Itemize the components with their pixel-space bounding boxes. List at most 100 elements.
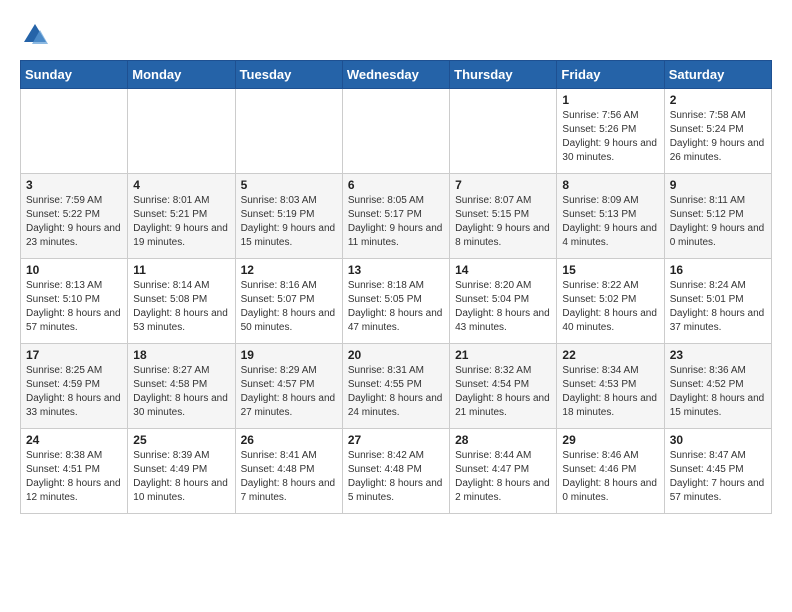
day-number: 21 <box>455 348 551 362</box>
calendar-cell: 19 Sunrise: 8:29 AM Sunset: 4:57 PM Dayli… <box>235 344 342 429</box>
weekday-header-wednesday: Wednesday <box>342 61 449 89</box>
day-info: Sunrise: 7:58 AM Sunset: 5:24 PM Dayligh… <box>670 109 766 165</box>
day-number: 25 <box>133 433 229 447</box>
calendar-cell: 2 Sunrise: 7:58 AM Sunset: 5:24 PM Daylig… <box>664 89 771 174</box>
calendar-cell: 8 Sunrise: 8:09 AM Sunset: 5:13 PM Daylig… <box>557 174 664 259</box>
calendar-cell: 23Sunrise: 8:36 AM Sunset: 4:52 PM Dayli… <box>664 344 771 429</box>
calendar-cell: 25 Sunrise: 8:39 AM Sunset: 4:49 PM Dayli… <box>128 429 235 514</box>
day-info: Sunrise: 8:11 AM Sunset: 5:12 PM Dayligh… <box>670 194 766 250</box>
calendar-cell <box>128 89 235 174</box>
logo <box>20 20 54 50</box>
calendar-header-row: SundayMondayTuesdayWednesdayThursdayFrid… <box>21 61 772 89</box>
day-info: Sunrise: 8:32 AM Sunset: 4:54 PM Dayligh… <box>455 364 551 420</box>
day-number: 19 <box>241 348 337 362</box>
day-info: Sunrise: 8:18 AM Sunset: 5:05 PM Dayligh… <box>348 279 444 335</box>
day-info: Sunrise: 8:38 AM Sunset: 4:51 PM Dayligh… <box>26 449 122 505</box>
calendar-cell: 16 Sunrise: 8:24 AM Sunset: 5:01 PM Dayli… <box>664 259 771 344</box>
day-info: Sunrise: 8:31 AM Sunset: 4:55 PM Dayligh… <box>348 364 444 420</box>
calendar-cell: 17 Sunrise: 8:25 AM Sunset: 4:59 PM Dayli… <box>21 344 128 429</box>
calendar-cell: 22 Sunrise: 8:34 AM Sunset: 4:53 PM Dayli… <box>557 344 664 429</box>
calendar-cell: 15Sunrise: 8:22 AM Sunset: 5:02 PM Dayli… <box>557 259 664 344</box>
day-number: 30 <box>670 433 766 447</box>
day-info: Sunrise: 8:20 AM Sunset: 5:04 PM Dayligh… <box>455 279 551 335</box>
calendar-cell: 3 Sunrise: 7:59 AM Sunset: 5:22 PM Daylig… <box>21 174 128 259</box>
weekday-header-thursday: Thursday <box>450 61 557 89</box>
day-info: Sunrise: 8:27 AM Sunset: 4:58 PM Dayligh… <box>133 364 229 420</box>
calendar-cell: 24 Sunrise: 8:38 AM Sunset: 4:51 PM Dayli… <box>21 429 128 514</box>
weekday-header-monday: Monday <box>128 61 235 89</box>
day-number: 22 <box>562 348 658 362</box>
calendar-cell <box>342 89 449 174</box>
day-number: 12 <box>241 263 337 277</box>
calendar-cell: 13 Sunrise: 8:18 AM Sunset: 5:05 PM Dayli… <box>342 259 449 344</box>
day-number: 7 <box>455 178 551 192</box>
day-info: Sunrise: 8:07 AM Sunset: 5:15 PM Dayligh… <box>455 194 551 250</box>
day-number: 6 <box>348 178 444 192</box>
calendar-cell: 20 Sunrise: 8:31 AM Sunset: 4:55 PM Dayli… <box>342 344 449 429</box>
day-number: 26 <box>241 433 337 447</box>
day-number: 4 <box>133 178 229 192</box>
calendar-cell <box>450 89 557 174</box>
day-number: 16 <box>670 263 766 277</box>
day-info: Sunrise: 8:16 AM Sunset: 5:07 PM Dayligh… <box>241 279 337 335</box>
day-info: Sunrise: 8:34 AM Sunset: 4:53 PM Dayligh… <box>562 364 658 420</box>
day-number: 14 <box>455 263 551 277</box>
calendar-cell: 14 Sunrise: 8:20 AM Sunset: 5:04 PM Dayli… <box>450 259 557 344</box>
day-info: Sunrise: 8:39 AM Sunset: 4:49 PM Dayligh… <box>133 449 229 505</box>
day-info: Sunrise: 7:56 AM Sunset: 5:26 PM Dayligh… <box>562 109 658 165</box>
calendar-cell: 27 Sunrise: 8:42 AM Sunset: 4:48 PM Dayli… <box>342 429 449 514</box>
calendar-cell: 12 Sunrise: 8:16 AM Sunset: 5:07 PM Dayli… <box>235 259 342 344</box>
calendar-cell: 7 Sunrise: 8:07 AM Sunset: 5:15 PM Daylig… <box>450 174 557 259</box>
calendar-cell: 30 Sunrise: 8:47 AM Sunset: 4:45 PM Dayli… <box>664 429 771 514</box>
day-info: Sunrise: 8:47 AM Sunset: 4:45 PM Dayligh… <box>670 449 766 505</box>
day-number: 15 <box>562 263 658 277</box>
day-info: Sunrise: 8:14 AM Sunset: 5:08 PM Dayligh… <box>133 279 229 335</box>
day-info: Sunrise: 8:36 AM Sunset: 4:52 PM Dayligh… <box>670 364 766 420</box>
calendar-week-row: 17 Sunrise: 8:25 AM Sunset: 4:59 PM Dayli… <box>21 344 772 429</box>
calendar-cell: 6 Sunrise: 8:05 AM Sunset: 5:17 PM Daylig… <box>342 174 449 259</box>
day-info: Sunrise: 8:24 AM Sunset: 5:01 PM Dayligh… <box>670 279 766 335</box>
calendar-week-row: 3 Sunrise: 7:59 AM Sunset: 5:22 PM Daylig… <box>21 174 772 259</box>
calendar-cell <box>235 89 342 174</box>
weekday-header-saturday: Saturday <box>664 61 771 89</box>
day-info: Sunrise: 8:25 AM Sunset: 4:59 PM Dayligh… <box>26 364 122 420</box>
day-number: 8 <box>562 178 658 192</box>
day-info: Sunrise: 8:46 AM Sunset: 4:46 PM Dayligh… <box>562 449 658 505</box>
day-info: Sunrise: 8:03 AM Sunset: 5:19 PM Dayligh… <box>241 194 337 250</box>
calendar-week-row: 10 Sunrise: 8:13 AM Sunset: 5:10 PM Dayli… <box>21 259 772 344</box>
calendar-cell: 26 Sunrise: 8:41 AM Sunset: 4:48 PM Dayli… <box>235 429 342 514</box>
day-number: 29 <box>562 433 658 447</box>
calendar-cell: 21 Sunrise: 8:32 AM Sunset: 4:54 PM Dayli… <box>450 344 557 429</box>
calendar-cell <box>21 89 128 174</box>
calendar-cell: 18Sunrise: 8:27 AM Sunset: 4:58 PM Dayli… <box>128 344 235 429</box>
calendar-cell: 28Sunrise: 8:44 AM Sunset: 4:47 PM Dayli… <box>450 429 557 514</box>
calendar-cell: 4 Sunrise: 8:01 AM Sunset: 5:21 PM Daylig… <box>128 174 235 259</box>
day-info: Sunrise: 7:59 AM Sunset: 5:22 PM Dayligh… <box>26 194 122 250</box>
day-number: 17 <box>26 348 122 362</box>
day-number: 27 <box>348 433 444 447</box>
day-number: 1 <box>562 93 658 107</box>
day-number: 10 <box>26 263 122 277</box>
day-info: Sunrise: 8:09 AM Sunset: 5:13 PM Dayligh… <box>562 194 658 250</box>
day-number: 13 <box>348 263 444 277</box>
calendar-table: SundayMondayTuesdayWednesdayThursdayFrid… <box>20 60 772 514</box>
day-info: Sunrise: 8:01 AM Sunset: 5:21 PM Dayligh… <box>133 194 229 250</box>
day-info: Sunrise: 8:13 AM Sunset: 5:10 PM Dayligh… <box>26 279 122 335</box>
day-number: 24 <box>26 433 122 447</box>
calendar-week-row: 1 Sunrise: 7:56 AM Sunset: 5:26 PM Daylig… <box>21 89 772 174</box>
day-info: Sunrise: 8:05 AM Sunset: 5:17 PM Dayligh… <box>348 194 444 250</box>
day-number: 3 <box>26 178 122 192</box>
day-info: Sunrise: 8:42 AM Sunset: 4:48 PM Dayligh… <box>348 449 444 505</box>
day-number: 5 <box>241 178 337 192</box>
calendar-cell: 1 Sunrise: 7:56 AM Sunset: 5:26 PM Daylig… <box>557 89 664 174</box>
day-info: Sunrise: 8:29 AM Sunset: 4:57 PM Dayligh… <box>241 364 337 420</box>
day-number: 11 <box>133 263 229 277</box>
day-info: Sunrise: 8:41 AM Sunset: 4:48 PM Dayligh… <box>241 449 337 505</box>
page-header <box>20 20 772 50</box>
day-number: 9 <box>670 178 766 192</box>
day-info: Sunrise: 8:44 AM Sunset: 4:47 PM Dayligh… <box>455 449 551 505</box>
day-number: 20 <box>348 348 444 362</box>
day-number: 2 <box>670 93 766 107</box>
weekday-header-friday: Friday <box>557 61 664 89</box>
calendar-week-row: 24 Sunrise: 8:38 AM Sunset: 4:51 PM Dayli… <box>21 429 772 514</box>
